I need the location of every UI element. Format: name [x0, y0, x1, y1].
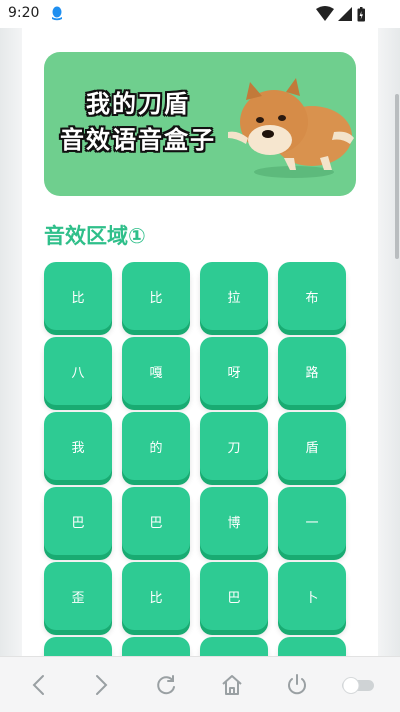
status-icons — [316, 6, 365, 22]
sound-button[interactable]: 的 — [122, 412, 190, 480]
sound-button[interactable]: 卜 — [278, 562, 346, 630]
sound-button[interactable]: 巴 — [44, 487, 112, 555]
sound-button[interactable]: 一 — [278, 487, 346, 555]
sound-button[interactable]: 八 — [44, 337, 112, 405]
refresh-icon[interactable] — [152, 671, 180, 699]
sound-button[interactable] — [200, 637, 268, 656]
bottom-nav-bar — [0, 656, 400, 712]
sound-button[interactable]: 刀 — [200, 412, 268, 480]
back-icon[interactable] — [24, 671, 52, 699]
status-bar: 9:20 — [0, 0, 400, 28]
sound-button[interactable]: 比 — [122, 262, 190, 330]
doge-image — [228, 78, 354, 178]
sound-button[interactable]: 巴 — [122, 487, 190, 555]
banner: 我的刀盾 音效语音盒子 — [44, 52, 356, 196]
sound-button[interactable] — [278, 637, 346, 656]
sound-button[interactable] — [122, 637, 190, 656]
sound-button[interactable] — [44, 637, 112, 656]
banner-title-line1: 我的刀盾 — [86, 90, 190, 118]
forward-icon[interactable] — [88, 671, 116, 699]
sound-button[interactable]: 嘎 — [122, 337, 190, 405]
sound-button[interactable]: 我 — [44, 412, 112, 480]
page-gutter-left — [0, 28, 22, 656]
home-icon[interactable] — [218, 671, 246, 699]
main-content: 我的刀盾 音效语音盒子 音效区域① 比 比 拉 布 八 嘎 呀 路 我 的 刀 … — [22, 28, 378, 656]
sound-button[interactable]: 呀 — [200, 337, 268, 405]
sound-button[interactable]: 路 — [278, 337, 346, 405]
power-icon[interactable] — [283, 671, 311, 699]
banner-title: 我的刀盾 音效语音盒子 — [48, 86, 228, 158]
page-gutter-right — [378, 28, 400, 656]
sound-button[interactable]: 比 — [44, 262, 112, 330]
section-title: 音效区域① — [44, 224, 146, 248]
sound-button[interactable]: 布 — [278, 262, 346, 330]
banner-title-line2: 音效语音盒子 — [60, 126, 216, 154]
scrollbar-thumb[interactable] — [395, 94, 399, 259]
qq-notification-icon — [52, 6, 62, 21]
sound-button[interactable]: 盾 — [278, 412, 346, 480]
status-time: 9:20 — [8, 5, 40, 21]
sound-button[interactable]: 比 — [122, 562, 190, 630]
sound-button-grid: 比 比 拉 布 八 嘎 呀 路 我 的 刀 盾 巴 巴 博 一 歪 比 巴 卜 — [44, 262, 348, 656]
sound-button[interactable]: 拉 — [200, 262, 268, 330]
sound-button[interactable]: 博 — [200, 487, 268, 555]
sound-button[interactable]: 巴 — [200, 562, 268, 630]
signal-icon — [338, 7, 352, 21]
sound-button[interactable]: 歪 — [44, 562, 112, 630]
wifi-icon — [316, 6, 334, 21]
toggle-switch[interactable] — [340, 671, 376, 699]
battery-icon — [357, 7, 365, 22]
